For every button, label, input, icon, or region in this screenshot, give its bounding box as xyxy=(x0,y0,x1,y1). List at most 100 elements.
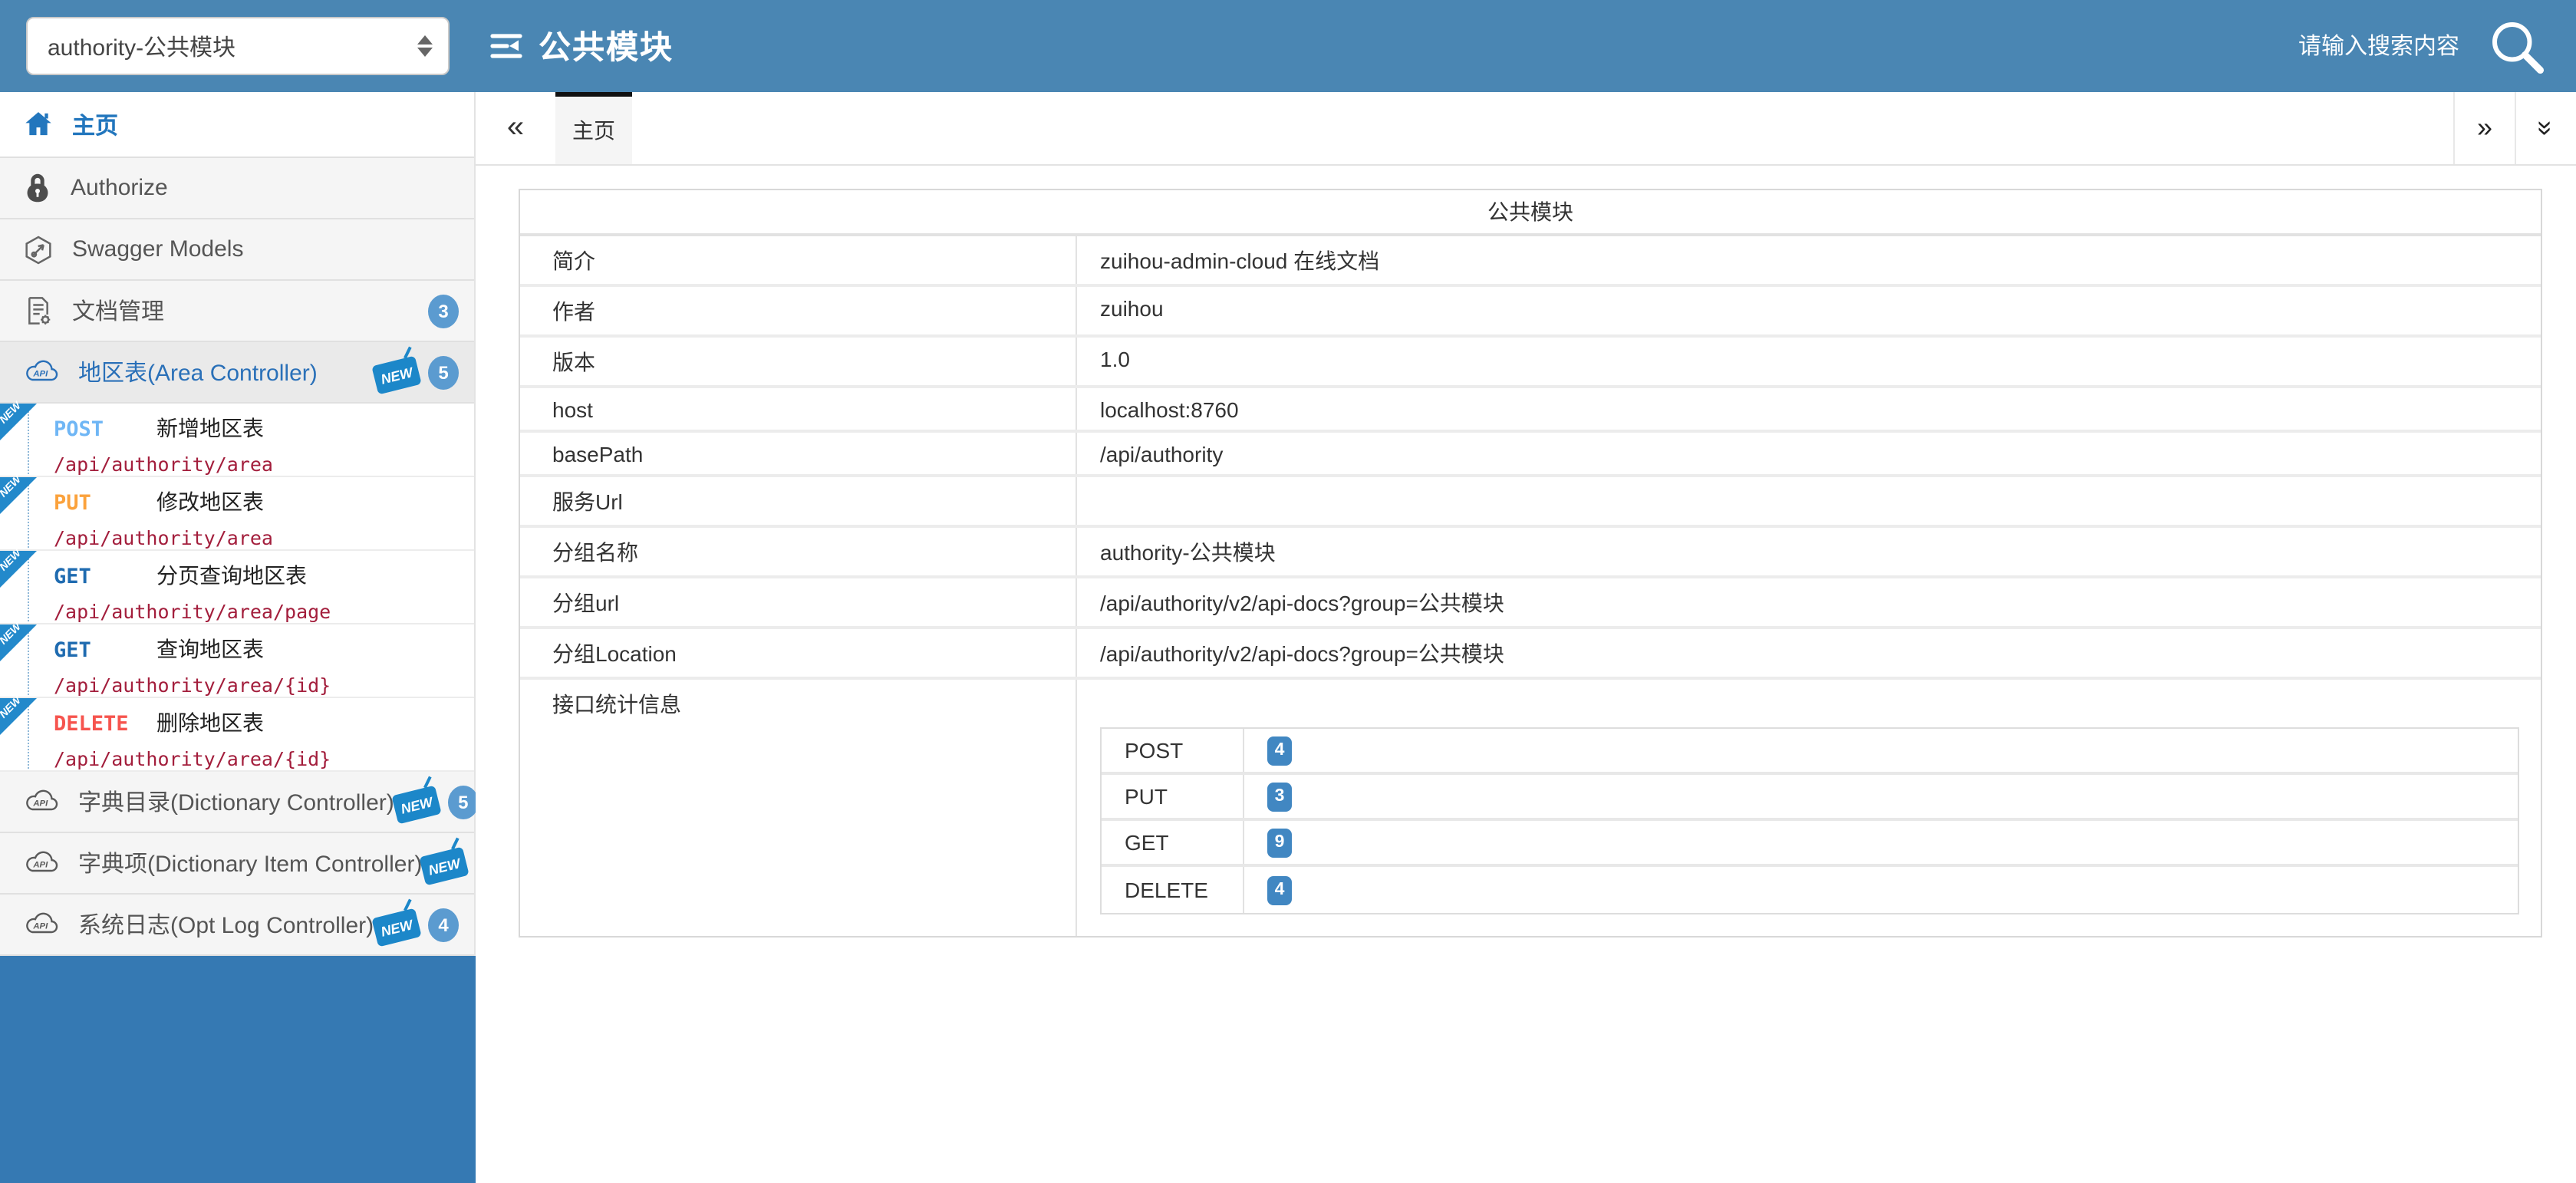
search-icon[interactable] xyxy=(2481,11,2551,81)
http-method-label: DELETE xyxy=(54,712,141,736)
row-label: 服务Url xyxy=(520,477,1077,525)
stat-method: DELETE xyxy=(1102,867,1244,913)
row-label: 分组名称 xyxy=(520,528,1077,575)
stat-row: GET 9 xyxy=(1102,821,2518,867)
sidebar-item-label: 地区表(Area Controller) xyxy=(78,356,318,388)
stat-count-badge: 3 xyxy=(1267,782,1292,811)
endpoint-path: /api/authority/area/{id} xyxy=(54,747,465,770)
stat-count-badge: 9 xyxy=(1267,828,1292,857)
sidebar-filler xyxy=(0,956,476,1183)
svg-text:API: API xyxy=(32,921,48,931)
table-title: 公共模块 xyxy=(520,190,2541,236)
endpoint-path: /api/authority/area xyxy=(54,526,465,549)
stat-method: GET xyxy=(1102,821,1244,864)
row-label: 版本 xyxy=(520,338,1077,385)
row-value: authority-公共模块 xyxy=(1077,528,2541,575)
sidebar-item-swagger-models[interactable]: Swagger Models xyxy=(0,219,474,281)
row-value: /api/authority/v2/api-docs?group=公共模块 xyxy=(1077,578,2541,626)
row-label: 作者 xyxy=(520,287,1077,334)
sidebar-item-label: 文档管理 xyxy=(72,295,164,327)
endpoint-update-area[interactable]: NEW PUT 修改地区表 /api/authority/area xyxy=(0,477,474,551)
tab-collapse-down-icon[interactable]: » xyxy=(2515,92,2576,164)
sidebar-item-home[interactable]: 主页 xyxy=(0,92,474,158)
tab-scroll-left-icon[interactable]: « xyxy=(476,92,555,164)
cloud-api-icon: API xyxy=(23,359,60,385)
row-label: basePath xyxy=(520,433,1077,474)
api-count-badge: 3 xyxy=(428,294,459,328)
tab-scroll-right-icon[interactable]: » xyxy=(2453,92,2515,164)
endpoint-get-area[interactable]: NEW GET 查询地区表 /api/authority/area/{id} xyxy=(0,624,474,698)
row-label: host xyxy=(520,388,1077,430)
group-select-value: authority-公共模块 xyxy=(48,30,417,62)
table-row: 作者 zuihou xyxy=(520,287,2541,338)
swagger-logo-icon xyxy=(488,28,525,64)
top-header: authority-公共模块 公共模块 xyxy=(0,0,2576,92)
module-info-table: 公共模块 简介 zuihou-admin-cloud 在线文档 作者 zuiho… xyxy=(519,189,2542,938)
sidebar: 主页 Authorize xyxy=(0,92,476,1183)
endpoint-delete-area[interactable]: NEW DELETE 删除地区表 /api/authority/area/{id… xyxy=(0,698,474,772)
row-value xyxy=(1077,477,2541,525)
document-settings-icon xyxy=(23,295,54,327)
new-badge: NEW xyxy=(371,355,421,394)
main-area: « 主页 » » 公共模块 简介 zuihou-admin-cloud 在线文档… xyxy=(476,92,2576,1183)
sidebar-item-label: 字典目录(Dictionary Controller) xyxy=(78,786,394,818)
api-count-badge: 4 xyxy=(428,908,459,941)
new-badge: NEW xyxy=(420,846,469,885)
endpoint-title: 修改地区表 xyxy=(156,486,264,517)
table-row: 分组名称 authority-公共模块 xyxy=(520,528,2541,578)
api-count-badge: 5 xyxy=(428,355,459,389)
api-count-badge: 5 xyxy=(448,785,479,819)
table-row: 版本 1.0 xyxy=(520,338,2541,388)
endpoint-page-area[interactable]: NEW GET 分页查询地区表 /api/authority/area/page xyxy=(0,551,474,624)
tab-bar: « 主页 » » xyxy=(476,92,2576,166)
cloud-api-icon: API xyxy=(23,789,60,815)
sidebar-item-opt-log-controller[interactable]: API 系统日志(Opt Log Controller) NEW 4 xyxy=(0,895,474,956)
row-label: 简介 xyxy=(520,236,1077,284)
endpoint-title: 查询地区表 xyxy=(156,634,264,664)
table-row: host localhost:8760 xyxy=(520,388,2541,433)
api-stats-table: POST 4 PUT 3 GET 9 xyxy=(1100,727,2519,914)
sidebar-item-area-controller[interactable]: API 地区表(Area Controller) NEW 5 xyxy=(0,342,474,404)
sidebar-item-label: 字典项(Dictionary Item Controller) xyxy=(78,847,422,879)
row-value: /api/authority xyxy=(1077,433,2541,474)
search-input[interactable] xyxy=(2199,33,2459,59)
api-stats-row: 接口统计信息 POST 4 xyxy=(520,680,2541,936)
sidebar-item-doc-manage[interactable]: 文档管理 3 xyxy=(0,281,474,342)
stat-row: POST 4 xyxy=(1102,729,2518,775)
stat-row: DELETE 4 xyxy=(1102,867,2518,913)
stat-row: PUT 3 xyxy=(1102,775,2518,821)
tab-home[interactable]: 主页 xyxy=(555,92,632,164)
sidebar-item-dictionary-item-controller[interactable]: API 字典项(Dictionary Item Controller) NEW … xyxy=(0,833,474,895)
row-label: 接口统计信息 xyxy=(520,680,1077,727)
endpoint-create-area[interactable]: NEW POST 新增地区表 /api/authority/area xyxy=(0,404,474,477)
new-badge: NEW xyxy=(371,908,421,947)
row-value: /api/authority/v2/api-docs?group=公共模块 xyxy=(1077,629,2541,677)
new-corner-ribbon: NEW xyxy=(0,404,37,440)
endpoint-path: /api/authority/area xyxy=(54,453,465,476)
group-select[interactable]: authority-公共模块 xyxy=(26,17,450,75)
new-corner-ribbon: NEW xyxy=(0,477,37,514)
row-value: 1.0 xyxy=(1077,338,2541,385)
endpoint-list: NEW POST 新增地区表 /api/authority/area NEW P… xyxy=(0,404,474,772)
table-row: 简介 zuihou-admin-cloud 在线文档 xyxy=(520,236,2541,287)
new-corner-ribbon: NEW xyxy=(0,698,37,735)
table-row: basePath /api/authority xyxy=(520,433,2541,477)
sidebar-item-authorize[interactable]: Authorize xyxy=(0,158,474,219)
svg-text:API: API xyxy=(32,799,48,808)
table-row: 服务Url xyxy=(520,477,2541,528)
stat-count-badge: 4 xyxy=(1267,736,1292,765)
stat-method: PUT xyxy=(1102,775,1244,818)
sidebar-item-dictionary-controller[interactable]: API 字典目录(Dictionary Controller) NEW 5 xyxy=(0,772,474,833)
row-label: 分组url xyxy=(520,578,1077,626)
cloud-api-icon: API xyxy=(23,850,60,876)
table-row: 分组url /api/authority/v2/api-docs?group=公… xyxy=(520,578,2541,629)
lock-icon xyxy=(23,172,52,204)
sidebar-item-label: 系统日志(Opt Log Controller) xyxy=(78,908,374,941)
endpoint-path: /api/authority/area/{id} xyxy=(54,674,465,697)
select-updown-icon xyxy=(417,35,433,57)
swagger-bootstrap-ui-app: authority-公共模块 公共模块 xyxy=(0,0,2576,1183)
row-value: zuihou xyxy=(1077,287,2541,334)
http-method-label: PUT xyxy=(54,491,141,516)
endpoint-path: /api/authority/area/page xyxy=(54,600,465,623)
row-value: localhost:8760 xyxy=(1077,388,2541,430)
